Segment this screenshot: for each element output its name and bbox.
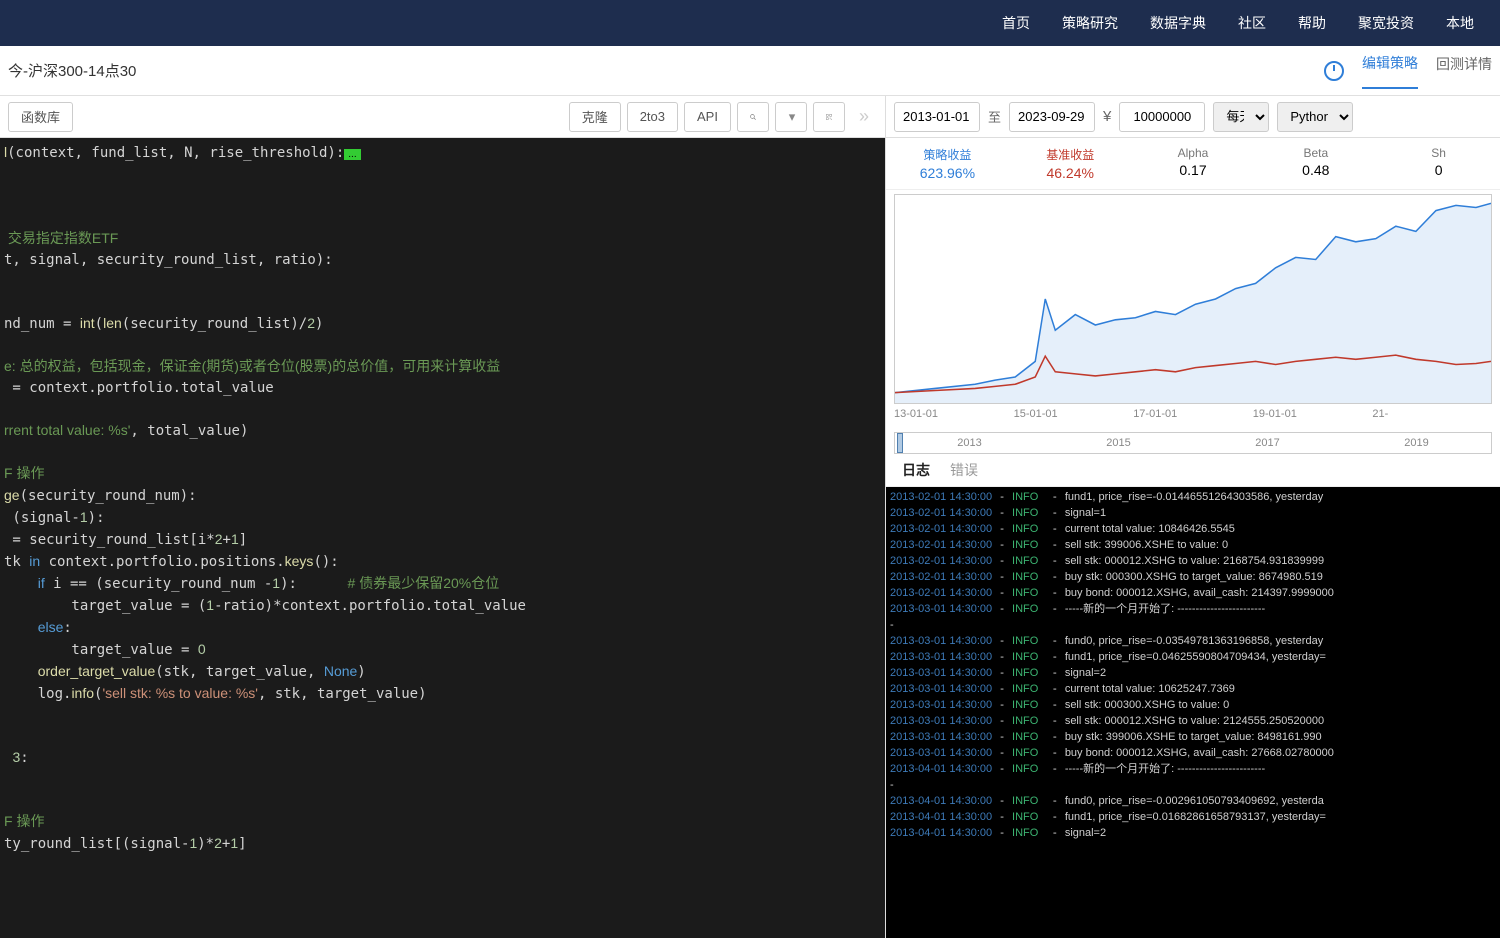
start-date-input[interactable] <box>894 102 980 132</box>
top-nav: 首页 策略研究 数据字典 社区 帮助 聚宽投资 本地 <box>0 0 1500 46</box>
cash-input[interactable] <box>1119 102 1205 132</box>
metric-value: 623.96% <box>886 165 1009 181</box>
clone-button[interactable]: 克隆 <box>569 102 621 132</box>
nav-datadict[interactable]: 数据字典 <box>1134 13 1222 33</box>
frequency-select[interactable]: 每天 <box>1213 102 1269 132</box>
metrics-row: 策略收益 623.96%基准收益 46.24%Alpha 0.17 Beta 0.48Sh… <box>886 138 1500 190</box>
end-date-input[interactable] <box>1009 102 1095 132</box>
metric-label: 策略收益 <box>886 146 1009 163</box>
metric: Sh 0 <box>1377 146 1500 181</box>
nav-community[interactable]: 社区 <box>1222 13 1282 33</box>
equity-chart: 13-01-0115-01-0117-01-0119-01-0121- 2013… <box>886 190 1500 450</box>
metric-label: Sh <box>1377 146 1500 160</box>
2to3-button[interactable]: 2to3 <box>627 102 678 132</box>
code-editor[interactable]: l(context, fund_list, N, rise_threshold)… <box>0 138 885 938</box>
tab-edit-strategy[interactable]: 编辑策略 <box>1362 53 1418 89</box>
range-slider[interactable]: 2013201520172019 <box>894 432 1492 454</box>
metric-value: 0.17 <box>1132 162 1255 178</box>
mini-x-labels: 2013201520172019 <box>895 437 1491 449</box>
func-lib-button[interactable]: 函数库 <box>8 102 73 132</box>
metric-label: Alpha <box>1132 146 1255 160</box>
metric-value: 46.24% <box>1009 165 1132 181</box>
metric: 基准收益 46.24% <box>1009 146 1132 181</box>
language-select[interactable]: Python3 <box>1277 102 1353 132</box>
metric: 策略收益 623.96% <box>886 146 1009 181</box>
timer-icon[interactable] <box>1324 61 1344 81</box>
search-icon[interactable] <box>737 102 769 132</box>
chart-svg[interactable] <box>895 195 1491 403</box>
metric-label: Beta <box>1254 146 1377 160</box>
nav-home[interactable]: 首页 <box>986 13 1046 33</box>
metric: Alpha 0.17 <box>1132 146 1255 181</box>
nav-local[interactable]: 本地 <box>1430 13 1490 33</box>
nav-strategy[interactable]: 策略研究 <box>1046 13 1134 33</box>
tab-backtest-detail[interactable]: 回测详情 <box>1436 54 1492 88</box>
currency-symbol: ¥ <box>1103 108 1111 125</box>
metric: Beta 0.48 <box>1254 146 1377 181</box>
qrcode-icon[interactable] <box>813 102 845 132</box>
gear-icon[interactable]: ▾ <box>775 102 807 132</box>
tab-log[interactable]: 日志 <box>902 460 930 480</box>
expand-icon[interactable]: » <box>851 106 877 127</box>
metric-value: 0 <box>1377 162 1500 178</box>
log-output[interactable]: 2013-02-01 14:30:00 - INFO - fund1, pric… <box>886 487 1500 938</box>
tab-error[interactable]: 错误 <box>950 460 978 480</box>
nav-invest[interactable]: 聚宽投资 <box>1342 13 1430 33</box>
editor-toolbar: 函数库 克隆 2to3 API ▾ » <box>0 96 885 138</box>
sub-header: 今-沪深300-14点30 编辑策略 回测详情 <box>0 46 1500 96</box>
date-separator: 至 <box>988 107 1001 126</box>
log-tabs: 日志 错误 <box>886 450 1500 487</box>
x-axis-labels: 13-01-0115-01-0117-01-0119-01-0121- <box>894 404 1492 420</box>
metric-label: 基准收益 <box>1009 146 1132 163</box>
strategy-title: 今-沪深300-14点30 <box>8 60 136 81</box>
backtest-settings: 至 ¥ 每天 Python3 <box>886 96 1500 138</box>
metric-value: 0.48 <box>1254 162 1377 178</box>
api-button[interactable]: API <box>684 102 731 132</box>
nav-help[interactable]: 帮助 <box>1282 13 1342 33</box>
